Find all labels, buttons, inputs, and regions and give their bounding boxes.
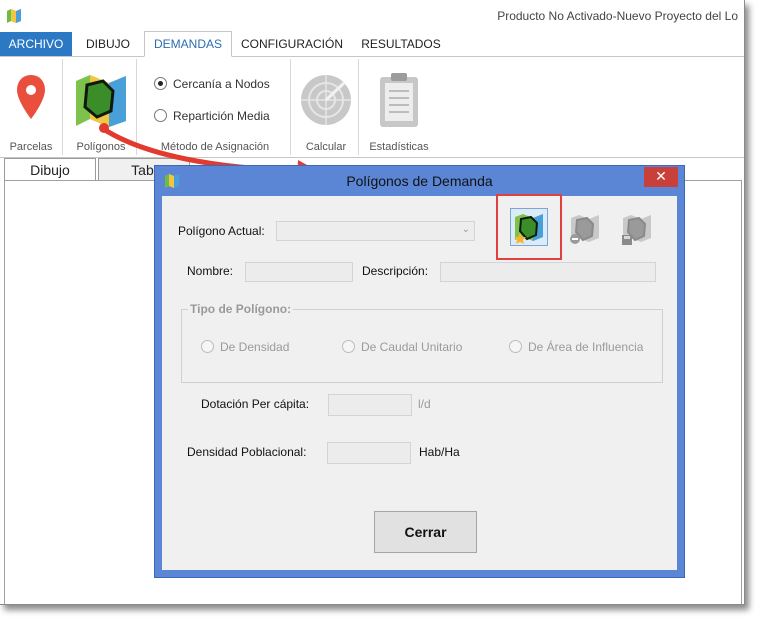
group-estadisticas[interactable]: Estadísticas bbox=[362, 59, 436, 155]
group-parcelas[interactable]: Parcelas bbox=[0, 59, 63, 155]
polygon-map-icon bbox=[76, 75, 126, 127]
poligonos-label: Polígonos bbox=[76, 141, 126, 153]
dialog-body: Polígono Actual: ⌄ Nombre: Descripción: … bbox=[162, 194, 677, 570]
metodo-asignacion-label: Método de Asignación bbox=[160, 141, 270, 153]
radio-area-influencia-label: De Área de Influencia bbox=[528, 340, 644, 354]
nombre-input[interactable] bbox=[245, 262, 353, 282]
radio-unselected-icon bbox=[201, 340, 214, 353]
densidad-input[interactable] bbox=[327, 442, 411, 464]
dotacion-unit: l/d bbox=[418, 397, 431, 411]
add-polygon-icon bbox=[514, 214, 543, 244]
tab-configuracion[interactable]: CONFIGURACIÓN bbox=[236, 32, 348, 56]
dotacion-input[interactable] bbox=[328, 394, 412, 416]
chevron-down-icon: ⌄ bbox=[461, 224, 470, 235]
close-icon: ✕ bbox=[655, 168, 667, 184]
radio-reparticion-media[interactable]: Repartición Media bbox=[154, 109, 270, 123]
radio-de-densidad[interactable]: De Densidad bbox=[201, 340, 289, 354]
group-metodo-asignacion: Cercanía a Nodos Repartición Media Métod… bbox=[140, 59, 291, 155]
radio-unselected-icon bbox=[154, 109, 167, 122]
descripcion-input[interactable] bbox=[440, 262, 656, 282]
radio-selected-icon bbox=[154, 77, 167, 90]
tipo-poligono-group: Tipo de Polígono: De Densidad De Caudal … bbox=[181, 302, 663, 383]
radio-cercania-label: Cercanía a Nodos bbox=[173, 77, 270, 91]
map-app-icon bbox=[7, 9, 21, 23]
dotacion-label: Dotación Per cápita: bbox=[201, 397, 310, 411]
tab-demandas[interactable]: DEMANDAS bbox=[144, 31, 232, 57]
ribbon-panel: Parcelas Polígonos Cercanía a Nodos Repa… bbox=[0, 57, 744, 158]
group-calcular[interactable]: Calcular bbox=[294, 59, 359, 155]
remove-polygon-icon bbox=[570, 215, 599, 244]
poligono-actual-select[interactable]: ⌄ bbox=[276, 221, 475, 241]
radio-reparticion-label: Repartición Media bbox=[173, 109, 270, 123]
dialog-title: Polígonos de Demanda bbox=[346, 173, 493, 189]
radio-area-influencia[interactable]: De Área de Influencia bbox=[509, 340, 643, 354]
tab-resultados[interactable]: RESULTADOS bbox=[354, 32, 448, 56]
tab-archivo[interactable]: ARCHIVO bbox=[0, 32, 72, 56]
parcelas-label: Parcelas bbox=[9, 141, 53, 153]
new-polygon-button[interactable] bbox=[510, 208, 548, 246]
radar-icon bbox=[301, 75, 351, 125]
tipo-poligono-legend: Tipo de Polígono: bbox=[188, 302, 294, 316]
radio-unselected-icon bbox=[342, 340, 355, 353]
poligono-actual-label: Polígono Actual: bbox=[178, 224, 265, 238]
densidad-label: Densidad Poblacional: bbox=[187, 445, 307, 459]
clipboard-icon bbox=[380, 73, 418, 127]
poligonos-dialog: Polígonos de Demanda ✕ Polígono Actual: … bbox=[154, 165, 685, 578]
descripcion-label: Descripción: bbox=[362, 264, 429, 278]
densidad-unit: Hab/Ha bbox=[419, 445, 460, 459]
radio-caudal-unitario[interactable]: De Caudal Unitario bbox=[342, 340, 462, 354]
nombre-label: Nombre: bbox=[187, 264, 234, 278]
close-button[interactable]: ✕ bbox=[644, 167, 678, 187]
group-poligonos[interactable]: Polígonos bbox=[66, 59, 137, 155]
window-title: Producto No Activado-Nuevo Proyecto del … bbox=[497, 9, 738, 23]
radio-caudal-unitario-label: De Caudal Unitario bbox=[361, 340, 463, 354]
tab-dibujo-doc[interactable]: Dibujo bbox=[4, 158, 96, 182]
radio-unselected-icon bbox=[509, 340, 522, 353]
dialog-title-bar[interactable]: Polígonos de Demanda ✕ bbox=[155, 166, 684, 196]
cerrar-button[interactable]: Cerrar bbox=[374, 511, 477, 553]
new-polygon-button-highlight[interactable] bbox=[496, 194, 562, 260]
estadisticas-label: Estadísticas bbox=[369, 141, 429, 153]
map-pin-icon bbox=[17, 75, 45, 119]
title-bar: Producto No Activado-Nuevo Proyecto del … bbox=[0, 0, 744, 32]
ribbon-tab-bar: ARCHIVO DIBUJO DEMANDAS CONFIGURACIÓN RE… bbox=[0, 31, 744, 57]
radio-de-densidad-label: De Densidad bbox=[220, 340, 290, 354]
tab-dibujo[interactable]: DIBUJO bbox=[76, 32, 140, 56]
delete-polygon-button[interactable] bbox=[567, 210, 603, 246]
save-polygon-icon bbox=[622, 215, 651, 245]
calcular-label: Calcular bbox=[305, 141, 347, 153]
radio-cercania-nodos[interactable]: Cercanía a Nodos bbox=[154, 77, 270, 91]
save-polygon-button[interactable] bbox=[619, 210, 655, 246]
